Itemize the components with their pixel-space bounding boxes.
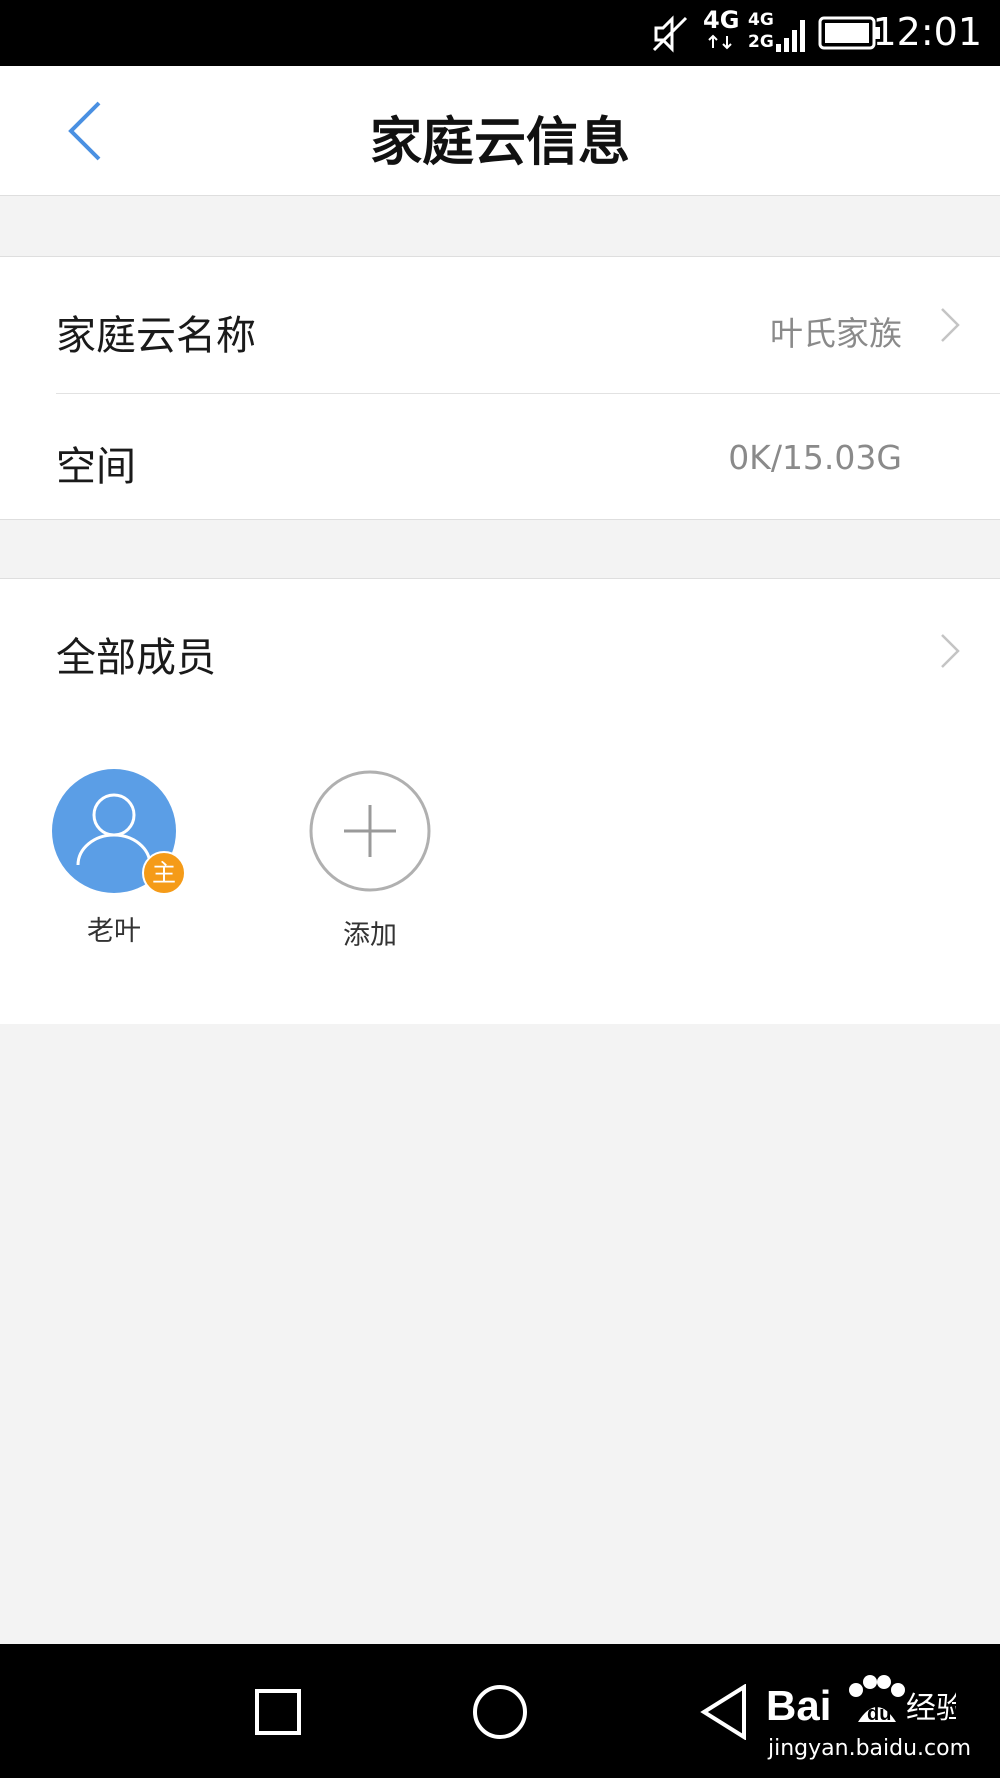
svg-text:du: du xyxy=(867,1703,891,1725)
page-title: 家庭云信息 xyxy=(369,113,630,173)
info-section: 家庭云名称 叶氏家族 空间 0K/15.03G xyxy=(0,256,1000,520)
signal-bars-icon xyxy=(776,20,805,52)
all-members-row[interactable]: 全部成员 xyxy=(0,579,1000,719)
logo-text-bai: Bai xyxy=(766,1682,831,1729)
owner-badge: 主 xyxy=(142,851,186,895)
watermark-url: jingyan.baidu.com xyxy=(768,1736,972,1761)
logo-text-jingyan: 经验 xyxy=(906,1691,956,1726)
all-members-label: 全部成员 xyxy=(56,635,216,681)
family-cloud-name-row[interactable]: 家庭云名称 叶氏家族 xyxy=(0,257,1000,393)
status-clock: 12:01 xyxy=(872,10,982,54)
signal-icon: 4G 2G xyxy=(748,10,808,54)
mute-icon xyxy=(652,15,688,53)
paw-icon: du xyxy=(849,1675,905,1725)
back-nav-button[interactable] xyxy=(700,1684,748,1740)
member-name: 老叶 xyxy=(87,916,141,947)
family-cloud-name-label: 家庭云名称 xyxy=(56,313,256,359)
storage-space-row: 空间 0K/15.03G xyxy=(0,394,1000,520)
status-bar: 4G 4G 2G 12:01 xyxy=(0,0,1000,66)
network-4g-icon: 4G xyxy=(703,6,739,54)
baidu-watermark-logo: Bai du 经验 xyxy=(766,1675,956,1729)
family-cloud-name-value: 叶氏家族 xyxy=(770,314,902,353)
member-item[interactable]: 主 老叶 xyxy=(49,769,186,948)
storage-space-value: 0K/15.03G xyxy=(728,438,902,477)
plus-circle-icon xyxy=(309,770,431,892)
members-section: 全部成员 主 老叶 添加 xyxy=(0,578,1000,1024)
storage-space-label: 空间 xyxy=(56,444,136,490)
data-arrows-icon xyxy=(708,34,732,50)
network-4g-small-label: 4G xyxy=(748,10,774,30)
add-member-label: 添加 xyxy=(343,920,397,951)
add-member-button[interactable]: 添加 xyxy=(305,769,435,952)
chevron-right-icon xyxy=(941,308,960,342)
home-button[interactable] xyxy=(472,1684,528,1740)
network-4g-label: 4G xyxy=(703,6,740,34)
app-header: 家庭云信息 xyxy=(0,66,1000,196)
system-nav-bar: Bai du 经验 jingyan.baidu.com xyxy=(0,1644,1000,1778)
chevron-right-icon xyxy=(941,634,960,668)
avatar: 主 xyxy=(52,769,186,895)
recent-apps-button[interactable] xyxy=(254,1688,302,1736)
network-2g-small-label: 2G xyxy=(748,32,774,52)
